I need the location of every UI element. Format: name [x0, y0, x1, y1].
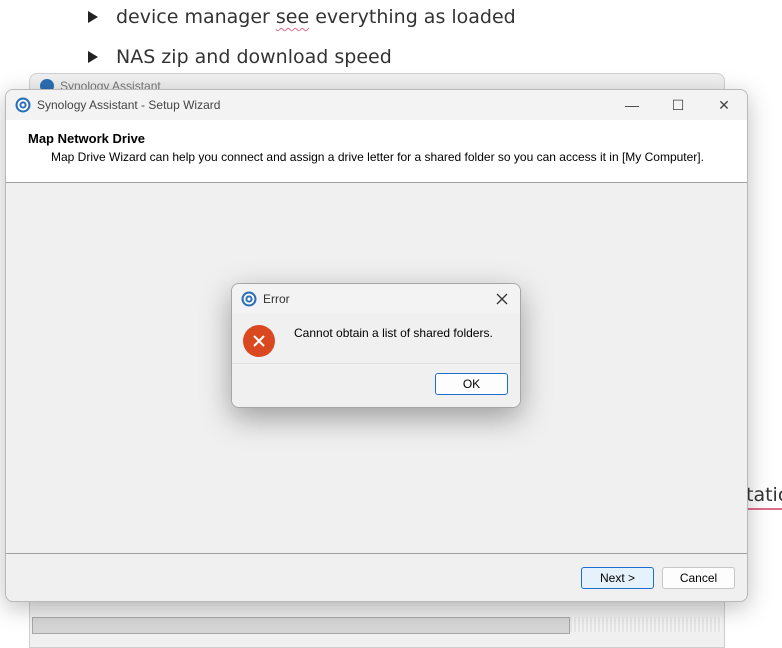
page-title: Map Network Drive: [28, 131, 146, 146]
close-button[interactable]: ✕: [701, 90, 747, 120]
error-dialog: Error Cannot obtain a list of shared fol…: [231, 283, 521, 408]
error-dialog-titlebar[interactable]: Error: [232, 284, 520, 314]
error-dialog-body: Cannot obtain a list of shared folders.: [232, 314, 520, 363]
list-item: NAS zip and download speed: [88, 46, 392, 68]
error-dialog-title: Error: [263, 292, 290, 306]
cancel-button[interactable]: Cancel: [662, 567, 735, 589]
next-button[interactable]: Next >: [581, 567, 654, 589]
error-icon: [243, 325, 275, 357]
wizard-titlebar[interactable]: Synology Assistant - Setup Wizard — ☐ ✕: [6, 90, 747, 120]
ok-button[interactable]: OK: [435, 373, 508, 395]
maximize-button[interactable]: ☐: [655, 90, 701, 120]
error-message: Cannot obtain a list of shared folders.: [294, 326, 493, 340]
list-item: device manager see everything as loaded: [88, 6, 516, 28]
synology-app-icon: [241, 291, 257, 307]
list-item-text: device manager see everything as loaded: [116, 6, 516, 28]
bullet-triangle-icon: [88, 11, 98, 23]
wizard-title: Synology Assistant - Setup Wizard: [37, 98, 221, 112]
synology-app-icon: [15, 97, 31, 113]
horizontal-scrollbar[interactable]: [32, 617, 570, 634]
minimize-button[interactable]: —: [609, 90, 655, 120]
list-item-text: NAS zip and download speed: [116, 46, 392, 68]
bullet-triangle-icon: [88, 51, 98, 63]
scrollbar-track: [570, 617, 722, 632]
footer-divider: [6, 553, 747, 554]
page-description: Map Drive Wizard can help you connect an…: [51, 150, 704, 164]
spellcheck-word: see: [275, 6, 310, 28]
document-text-fragment: tatic: [746, 484, 782, 510]
close-icon[interactable]: [490, 287, 514, 311]
error-dialog-footer: OK: [232, 363, 520, 407]
wizard-header: Map Network Drive Map Drive Wizard can h…: [6, 120, 747, 183]
